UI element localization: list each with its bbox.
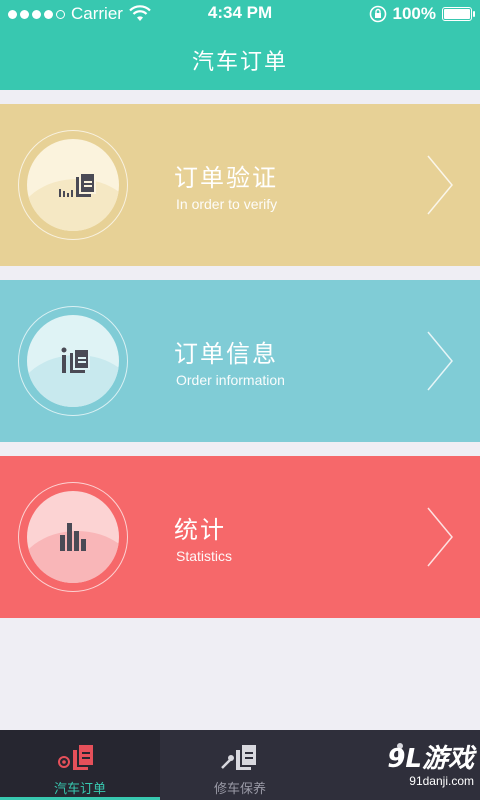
chevron-right-icon	[427, 331, 453, 391]
card-icon-ring	[18, 130, 128, 240]
chevron-right-icon	[427, 507, 453, 567]
card-title: 订单验证	[174, 164, 278, 192]
card-icon-circle	[27, 139, 119, 231]
card-icon-circle	[27, 491, 119, 583]
card-title: 订单信息	[174, 340, 278, 368]
watermark-sub: 91danji.com	[409, 774, 474, 788]
tab-repair[interactable]: 修车保养	[160, 730, 320, 800]
watermark-logo: 9L游戏 91danji.com	[368, 744, 474, 794]
battery-icon	[442, 7, 475, 21]
card-icon-circle	[27, 315, 119, 407]
rotation-lock-icon	[369, 5, 386, 23]
watermark-main: 9L游戏	[387, 744, 474, 774]
status-bar: Carrier 4:34 PM 100%	[0, 0, 480, 28]
card-subtitle: Order information	[176, 372, 285, 388]
card-statistics[interactable]: 统计 Statistics	[0, 456, 480, 618]
header: Carrier 4:34 PM 100% 汽车订单	[0, 0, 480, 90]
card-title: 统计	[174, 516, 226, 544]
page-title: 汽车订单	[191, 50, 288, 75]
repair-icon	[221, 743, 258, 770]
statistics-icon	[60, 523, 86, 551]
order-verify-icon	[59, 172, 96, 197]
app-screen: Carrier 4:34 PM 100% 汽车订单 订单验证 In order …	[0, 0, 480, 800]
tab-label: 修车保养	[213, 782, 266, 797]
car-order-icon	[58, 743, 95, 770]
card-subtitle: Statistics	[176, 548, 233, 564]
card-subtitle: In order to verify	[176, 196, 278, 212]
card-icon-ring	[18, 306, 128, 416]
chevron-right-icon	[427, 155, 453, 215]
tab-label: 汽车订单	[53, 782, 106, 797]
status-right: 100%	[369, 4, 475, 24]
tab-car-order[interactable]: 汽车订单	[0, 730, 160, 800]
card-icon-ring	[18, 482, 128, 592]
card-order-info[interactable]: 订单信息 Order information	[0, 280, 480, 442]
order-info-icon	[61, 347, 90, 373]
card-order-verify[interactable]: 订单验证 In order to verify	[0, 104, 480, 266]
battery-percent: 100%	[392, 4, 436, 23]
